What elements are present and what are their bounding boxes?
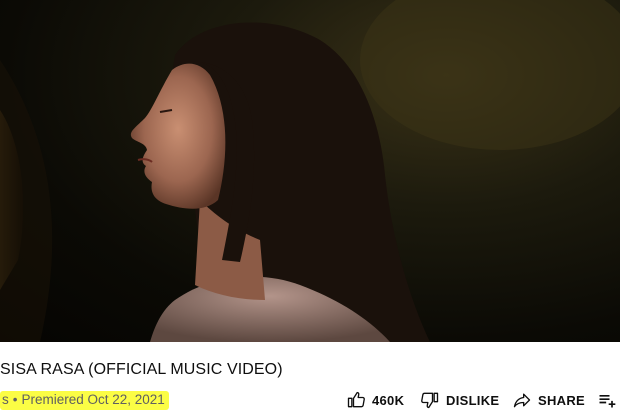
video-title: SISA RASA (OFFICIAL MUSIC VIDEO) <box>0 361 283 378</box>
dislike-label: DISLIKE <box>446 392 500 408</box>
premiere-date: Premiered Oct 22, 2021 <box>21 391 165 407</box>
save-button[interactable] <box>597 388 617 412</box>
dislike-button[interactable]: DISLIKE <box>420 388 499 412</box>
share-label: SHARE <box>538 392 586 408</box>
channel-name-fragment[interactable]: s <box>2 392 9 407</box>
like-button[interactable]: 460K <box>346 388 404 412</box>
add-to-playlist-icon <box>597 390 617 410</box>
like-count: 460K <box>372 392 405 408</box>
thumbs-up-icon <box>346 390 366 410</box>
share-button[interactable]: SHARE <box>512 388 585 412</box>
thumbs-down-icon <box>420 390 440 410</box>
video-player[interactable] <box>0 0 620 342</box>
share-arrow-icon <box>512 390 532 410</box>
video-meta: s • Premiered Oct 22, 2021 <box>0 390 169 410</box>
meta-separator: • <box>12 391 18 407</box>
video-frame-image <box>0 0 620 342</box>
premiere-highlight: s • Premiered Oct 22, 2021 <box>0 390 169 410</box>
